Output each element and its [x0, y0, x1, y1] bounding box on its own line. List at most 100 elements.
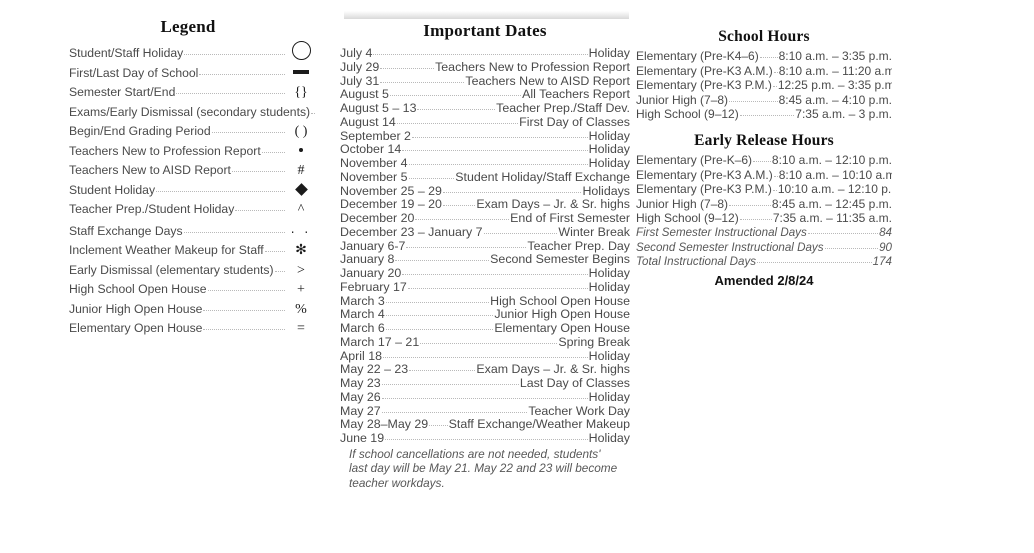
- date-event-name: Last Day of Classes: [519, 377, 630, 390]
- date-event-name: Teacher Prep. Day: [527, 239, 630, 253]
- list-item-label: March 4: [340, 308, 385, 322]
- circle-outline-icon: [286, 41, 316, 64]
- legend-item-label: Early Dismissal (elementary students): [69, 262, 274, 277]
- date-event-name: Teacher Prep./Staff Dev.: [496, 102, 630, 115]
- list-item-label: October 14: [340, 143, 402, 157]
- important-date-row: December 23 – January 7 Winter Break: [340, 226, 630, 240]
- list-item-label: First Semester Instructional Days: [636, 225, 807, 239]
- date-event-name: Holiday: [588, 267, 630, 280]
- date-event-name: First Day of Classes: [519, 115, 630, 129]
- thick-bar-icon: [286, 64, 316, 84]
- dot-leader: [381, 411, 528, 413]
- dot-leader: [807, 232, 879, 234]
- list-item-label: August 14: [340, 115, 396, 129]
- dot-leader: [156, 190, 285, 192]
- dot-leader: [429, 424, 448, 427]
- legend-item: Early Dismissal (elementary students) >: [60, 261, 316, 281]
- dot-leader: [235, 209, 285, 211]
- important-date-row: June 19 Holiday: [340, 432, 630, 446]
- dot-leader: [729, 204, 771, 206]
- school-hours-row: Elementary (Pre-K4–6) 8:10 a.m. – 3:35 p.…: [636, 49, 892, 64]
- legend-item-label: Junior High Open House: [69, 301, 203, 316]
- list-item-label: June 19: [340, 432, 385, 445]
- dot-leader: [207, 289, 285, 291]
- dot-leader: [773, 175, 778, 177]
- hours-column: School Hours Elementary (Pre-K4–6) 8:10 a…: [636, 0, 892, 288]
- legend-item-label: Student/Staff Holiday: [69, 46, 184, 60]
- important-dates-column: Important Dates July 4 Holiday July 29 Teac…: [340, 0, 630, 491]
- symbol-glyph: ^: [297, 202, 305, 217]
- dot-leader: [311, 112, 316, 114]
- dot-leader: [373, 53, 588, 55]
- dot-leader: [408, 163, 588, 165]
- hours-value: 8:10 a.m. – 11:20 a.m.: [778, 63, 892, 78]
- list-item-label: Elementary (Pre-K4–6): [636, 49, 759, 63]
- equals-icon: =: [286, 319, 316, 339]
- date-event-name: Winter Break: [558, 225, 630, 239]
- hash-icon: #: [286, 161, 316, 181]
- legend-item-label: First/Last Day of School: [69, 65, 199, 80]
- hours-value: 7:35 a.m. – 11:35 a.m.: [772, 211, 892, 226]
- dot-leader: [729, 100, 778, 102]
- legend-item: Semester Start/End {}: [60, 83, 316, 103]
- dot-leader: [408, 177, 455, 179]
- legend-item-label: Student Holiday: [69, 182, 156, 197]
- important-date-row: May 22 – 23 Exam Days – Jr. & Sr. highs: [340, 363, 630, 377]
- important-date-row: March 3 High School Open House: [340, 295, 630, 309]
- important-date-row: January 20 Holiday: [340, 267, 630, 281]
- list-item-label: Elementary (Pre-K3 A.M.): [636, 167, 773, 182]
- important-date-row: October 14 Holiday: [340, 143, 630, 157]
- date-event-name: Spring Break: [558, 335, 630, 349]
- early-release-hours-list: Elementary (Pre-K–6) 8:10 a.m. – 12:10 p.…: [636, 153, 892, 226]
- legend-title: Legend: [160, 17, 216, 36]
- circle-shape: [291, 41, 311, 60]
- school-hours-row: Elementary (Pre-K3 A.M.) 8:10 a.m. – 11:2…: [636, 64, 892, 79]
- early-release-hours-row: Elementary (Pre-K3 P.M.) 10:10 a.m. – 12:…: [636, 182, 892, 197]
- dot-leader: [409, 369, 476, 372]
- symbol-glyph: =: [297, 321, 305, 336]
- legend-item: High School Open House +: [60, 280, 316, 300]
- percent-icon: %: [286, 300, 316, 320]
- greater-than-icon: >: [286, 261, 316, 281]
- date-event-name: Teachers New to Profession Report: [435, 60, 630, 74]
- parentheses-icon: ( ): [286, 122, 316, 142]
- date-event-name: Second Semester Begins: [490, 253, 630, 267]
- date-event-name: Holiday: [588, 157, 630, 170]
- important-date-row: September 2 Holiday: [340, 130, 630, 144]
- bullet-dot-icon: [286, 142, 316, 162]
- hours-value: 7:35 a.m. – 3 p.m.: [795, 107, 892, 122]
- important-date-row: January 6-7 Teacher Prep. Day: [340, 240, 630, 254]
- dot-leader: [199, 73, 285, 75]
- date-event-name: End of First Semester: [510, 212, 630, 225]
- dot-leader: [385, 314, 494, 317]
- date-event-name: Student Holiday/Staff Exchange: [455, 170, 630, 184]
- list-item-label: December 20: [340, 212, 415, 225]
- list-item-label: April 18: [340, 349, 383, 363]
- school-hours-row: Junior High (7–8) 8:45 a.m. – 4:10 p.m.: [636, 93, 892, 108]
- early-release-hours-row: Elementary (Pre-K3 A.M.) 8:10 a.m. – 10:1…: [636, 168, 892, 183]
- dot-leader: [176, 92, 285, 94]
- two-dots-icon: . .: [286, 220, 316, 242]
- date-event-name: Teachers New to AISD Report: [465, 74, 630, 88]
- important-date-row: March 4 Junior High Open House: [340, 308, 630, 322]
- important-date-row: March 6 Elementary Open House: [340, 322, 630, 336]
- important-date-row: May 26 Holiday: [340, 391, 630, 405]
- dot-leader: [824, 247, 879, 249]
- important-date-row: April 18 Holiday: [340, 350, 630, 364]
- legend-item-label: Elementary Open House: [69, 321, 203, 335]
- list-item-label: December 19 – 20: [340, 198, 442, 212]
- important-dates-list: July 4 Holiday July 29 Teachers New to Prof…: [340, 47, 630, 446]
- instructional-days-row: Total Instructional Days 174: [636, 255, 892, 270]
- hours-value: 8:10 a.m. – 3:35 p.m.: [778, 49, 892, 63]
- dot-leader: [406, 246, 527, 248]
- school-hours-row: Elementary (Pre-K3 P.M.) 12:25 p.m. – 3:3…: [636, 78, 892, 93]
- dot-leader: [381, 397, 588, 399]
- list-item-label: Second Semester Instructional Days: [636, 240, 824, 254]
- school-hours-title: School Hours: [718, 28, 810, 45]
- list-item-label: May 23: [340, 377, 381, 390]
- hours-value: 8:45 a.m. – 12:45 p.m.: [771, 196, 892, 211]
- calendar-info-page: Legend Student/Staff Holiday First/Last D…: [0, 0, 1034, 553]
- important-date-row: August 5 All Teachers Report: [340, 88, 630, 102]
- list-item-label: November 25 – 29: [340, 184, 442, 198]
- important-date-row: August 14 First Day of Classes: [340, 116, 630, 130]
